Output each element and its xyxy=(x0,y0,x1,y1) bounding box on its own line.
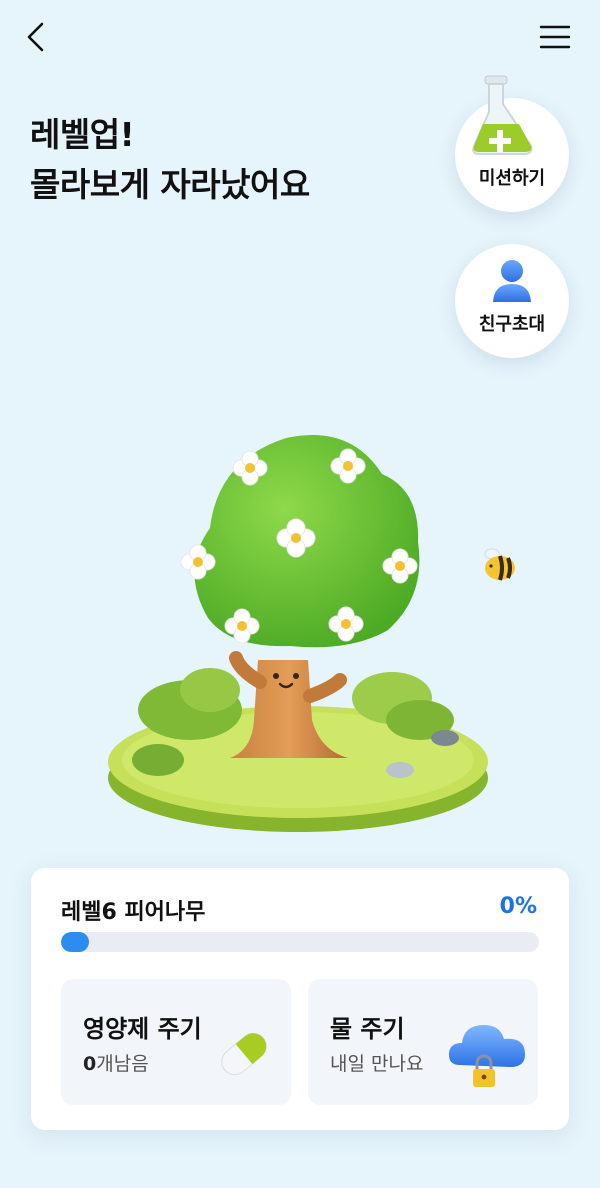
person-icon xyxy=(493,260,531,302)
page-title: 레벨업! 몰라보게 자라났어요 xyxy=(30,110,310,210)
level-title: 레벨6 피어나무 xyxy=(61,900,206,925)
invite-label: 친구초대 xyxy=(478,314,546,335)
mission-label: 미션하기 xyxy=(478,168,546,189)
level-card: 레벨6 피어나무 0% 영양제 주기 0개남음 물 주기 내일 만나요 xyxy=(31,868,569,1130)
chevron-left-icon[interactable] xyxy=(20,20,54,54)
water-button[interactable]: 물 주기 내일 만나요 xyxy=(308,979,538,1105)
water-subtitle: 내일 만나요 xyxy=(330,1053,424,1075)
nutrient-count: 0 xyxy=(83,1053,97,1075)
hamburger-menu-icon[interactable] xyxy=(538,22,572,52)
flask-icon xyxy=(472,75,533,155)
nutrient-title: 영양제 주기 xyxy=(83,1015,202,1043)
invite-friend-button[interactable]: 친구초대 xyxy=(455,244,569,358)
nutrient-remaining: 0개남음 xyxy=(83,1049,149,1076)
level-progress-bar xyxy=(61,932,539,952)
bee-icon xyxy=(484,548,515,581)
level-percent: 0% xyxy=(499,894,537,919)
headline-line-1: 레벨업! xyxy=(30,115,135,154)
mission-button[interactable]: 미션하기 xyxy=(455,75,569,212)
tree-illustration xyxy=(108,434,488,832)
cloud-lock-icon xyxy=(448,1025,526,1087)
top-bar xyxy=(0,0,600,76)
headline-line-2: 몰라보게 자라났어요 xyxy=(30,165,310,204)
water-title: 물 주기 xyxy=(330,1015,405,1043)
level-progress-fill xyxy=(61,932,89,952)
capsule-icon xyxy=(221,1032,267,1076)
give-nutrient-button[interactable]: 영양제 주기 0개남음 xyxy=(61,979,291,1105)
nutrient-count-suffix: 개남음 xyxy=(96,1053,149,1075)
